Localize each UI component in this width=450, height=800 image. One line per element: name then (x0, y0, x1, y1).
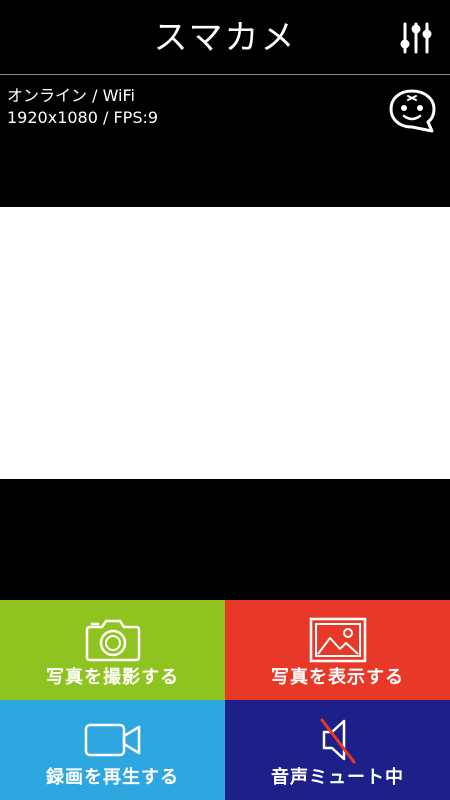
resolution-fps: 1920x1080 / FPS:9 (7, 108, 159, 127)
record-video-label: 録画を再生する (46, 767, 179, 788)
view-photo-label: 写真を表示する (271, 667, 404, 688)
app-title: スマカメ (153, 18, 297, 58)
camera-icon (85, 619, 140, 662)
record-video-button[interactable]: 録画を再生する (0, 700, 225, 800)
image-icon (309, 617, 366, 663)
take-photo-button[interactable]: 写真を撮影する (0, 600, 225, 700)
settings-button[interactable] (398, 20, 434, 56)
connection-status: オンライン / WiFi (7, 86, 135, 105)
status-info: オンライン / WiFi 1920x1080 / FPS:9 (7, 85, 158, 129)
speaker-muted-icon (320, 718, 355, 764)
video-camera-icon (84, 723, 140, 757)
app-header: スマカメ (0, 0, 450, 75)
app-screen: スマカメ オンライン / WiFi 1920x1080 / FPS:9 写真を撮… (0, 0, 450, 800)
sliders-icon (400, 22, 432, 54)
take-photo-label: 写真を撮影する (46, 667, 179, 688)
audio-mute-label: 音声ミュート中 (271, 767, 404, 788)
face-chat-button[interactable] (388, 88, 440, 134)
control-panel: 写真を撮影する 写真を表示する 録画を再生する 音声ミュート中 (0, 600, 450, 800)
camera-preview (0, 207, 450, 479)
audio-mute-button[interactable]: 音声ミュート中 (225, 700, 450, 800)
face-chat-icon (389, 89, 436, 133)
view-photo-button[interactable]: 写真を表示する (225, 600, 450, 700)
